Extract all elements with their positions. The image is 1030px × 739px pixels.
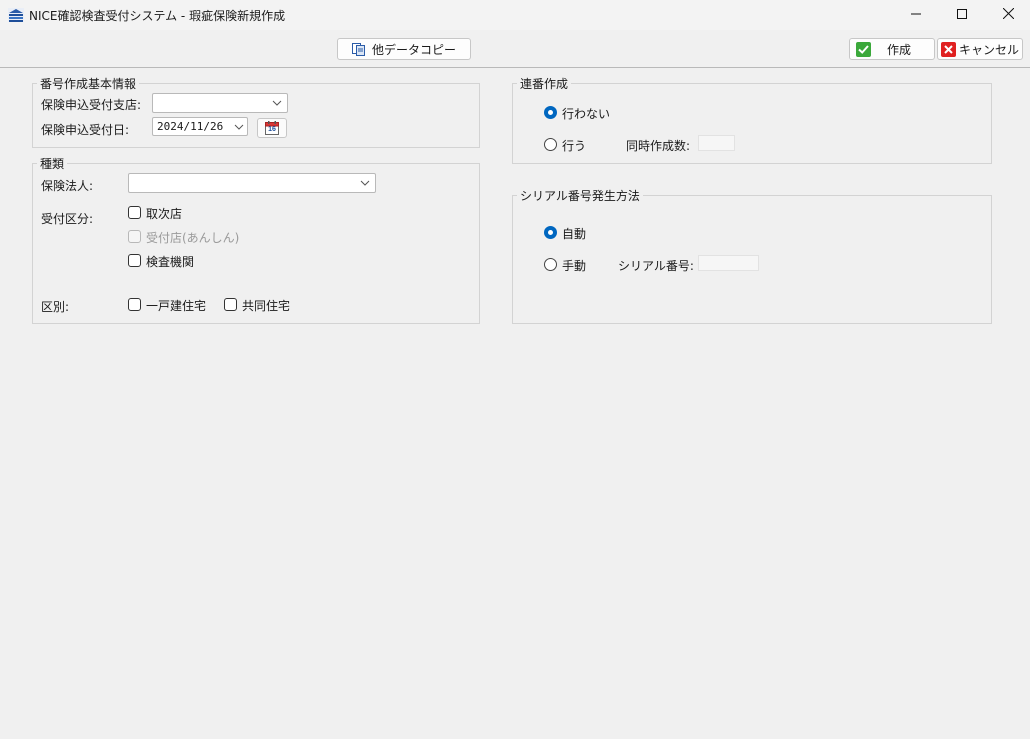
no-serial-radio[interactable] bbox=[544, 106, 557, 119]
inspection-agency-checkbox-label: 検査機関 bbox=[146, 255, 195, 269]
manual-radio-label: 手動 bbox=[562, 259, 587, 273]
branch-label: 保険申込受付支店: bbox=[41, 98, 142, 112]
chevron-down-icon bbox=[271, 97, 283, 109]
cancel-button-label: キャンセル bbox=[959, 42, 1020, 57]
checkmark-icon bbox=[856, 41, 871, 57]
apartment-checkbox[interactable] bbox=[224, 298, 237, 311]
copy-document-icon bbox=[351, 42, 366, 56]
branch-select[interactable] bbox=[152, 93, 288, 113]
toolbar-divider bbox=[0, 67, 1030, 68]
insurer-label: 保険法人: bbox=[41, 179, 94, 193]
simultaneous-count-label: 同時作成数: bbox=[626, 139, 691, 153]
do-serial-radio[interactable] bbox=[544, 138, 557, 151]
calendar-icon: 16 bbox=[265, 121, 279, 135]
copy-other-data-button[interactable]: 他データコピー bbox=[337, 38, 471, 60]
reception-store-checkbox-label: 受付店(あんしん) bbox=[146, 231, 240, 245]
minimize-button[interactable] bbox=[893, 0, 939, 30]
minimize-icon bbox=[911, 8, 921, 22]
do-serial-radio-label: 行う bbox=[562, 139, 587, 153]
close-icon bbox=[1002, 7, 1014, 22]
create-button-label: 作成 bbox=[887, 42, 912, 57]
serial-number-input[interactable] bbox=[698, 255, 759, 271]
detached-house-checkbox[interactable] bbox=[128, 298, 141, 311]
agency-checkbox[interactable] bbox=[128, 206, 141, 219]
auto-radio-label: 自動 bbox=[562, 227, 587, 241]
chevron-down-icon bbox=[359, 177, 371, 189]
category-label: 区別: bbox=[41, 300, 70, 314]
maximize-icon bbox=[957, 8, 967, 22]
agency-checkbox-label: 取次店 bbox=[146, 207, 183, 221]
window-title: NICE確認検査受付システム - 瑕疵保険新規作成 bbox=[29, 9, 286, 23]
auto-radio[interactable] bbox=[544, 226, 557, 239]
reception-store-checkbox[interactable] bbox=[128, 230, 141, 243]
reception-date-picker[interactable]: 2024/11/26 bbox=[152, 117, 248, 136]
calendar-button[interactable]: 16 bbox=[257, 118, 287, 138]
apartment-checkbox-label: 共同住宅 bbox=[242, 299, 291, 313]
maximize-button[interactable] bbox=[939, 0, 985, 30]
basic-info-legend: 番号作成基本情報 bbox=[37, 75, 140, 92]
cancel-x-icon bbox=[941, 41, 956, 57]
insurer-select[interactable] bbox=[128, 173, 376, 193]
manual-radio[interactable] bbox=[544, 258, 557, 271]
chevron-down-icon bbox=[233, 121, 245, 133]
simultaneous-count-input[interactable] bbox=[698, 135, 735, 151]
reception-type-label: 受付区分: bbox=[41, 212, 94, 226]
no-serial-radio-label: 行わない bbox=[562, 107, 611, 121]
create-button[interactable]: 作成 bbox=[849, 38, 935, 60]
copy-other-data-label: 他データコピー bbox=[371, 42, 456, 57]
kind-legend: 種類 bbox=[37, 155, 68, 172]
cancel-button[interactable]: キャンセル bbox=[937, 38, 1023, 60]
inspection-agency-checkbox[interactable] bbox=[128, 254, 141, 267]
reception-date-label: 保険申込受付日: bbox=[41, 123, 130, 137]
reception-date-value: 2024/11/26 bbox=[157, 120, 224, 133]
calendar-day-text: 16 bbox=[268, 126, 276, 133]
serial-number-label: シリアル番号: bbox=[618, 259, 694, 273]
app-logo-icon bbox=[8, 7, 24, 23]
detached-house-checkbox-label: 一戸建住宅 bbox=[146, 299, 207, 313]
serial-method-legend: シリアル番号発生方法 bbox=[517, 187, 643, 204]
serial-creation-legend: 連番作成 bbox=[517, 75, 572, 92]
close-button[interactable] bbox=[985, 0, 1030, 30]
